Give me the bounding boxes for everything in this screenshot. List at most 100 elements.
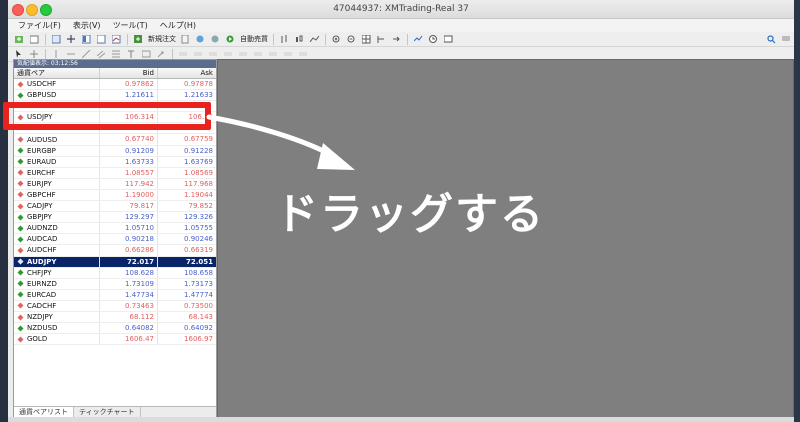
- desktop-backdrop-right: [794, 0, 800, 422]
- navigator-icon[interactable]: [80, 33, 93, 45]
- symbol-name: GOLD: [27, 335, 48, 344]
- bid-cell: 1606.47: [100, 334, 158, 345]
- symbol-row[interactable]: GOLD 1606.47 1606.97: [14, 334, 216, 346]
- profiles-icon[interactable]: [28, 33, 41, 45]
- symbol-cell: EURNZD: [14, 278, 100, 289]
- symbol-cell: AUDJPY: [14, 256, 100, 267]
- signals-icon[interactable]: [194, 33, 207, 45]
- symbol-row[interactable]: AUDUSD 0.67740 0.67759: [14, 134, 216, 146]
- chart-shift-icon[interactable]: [375, 33, 388, 45]
- meta-editor-icon[interactable]: [179, 33, 192, 45]
- price-up-icon: [17, 325, 24, 332]
- symbol-row[interactable]: CHFJPY 108.628 108.658: [14, 267, 216, 279]
- symbol-row[interactable]: EURCAD 1.47734 1.47774: [14, 289, 216, 301]
- symbol-name: CADJPY: [27, 202, 53, 211]
- symbol-row[interactable]: EURAUD 1.63733 1.63769: [14, 156, 216, 168]
- ask-column-header[interactable]: Ask: [158, 68, 216, 78]
- line-chart-icon[interactable]: [308, 33, 321, 45]
- bid-cell: 0.97862: [100, 79, 158, 90]
- ask-cell: 0.66319: [184, 246, 213, 255]
- symbol-cell: EURGBP: [14, 145, 100, 156]
- community-icon[interactable]: [209, 33, 222, 45]
- menu-view[interactable]: 表示(V): [67, 20, 107, 31]
- zoom-in-icon[interactable]: [330, 33, 343, 45]
- symbol-name: AUDNZD: [27, 224, 58, 233]
- bid-cell: 68.112: [100, 311, 158, 323]
- new-order-button[interactable]: 新規注文: [146, 34, 178, 44]
- price-up-icon: [17, 92, 24, 99]
- chat-icon[interactable]: [780, 33, 793, 45]
- main-toolbar: 新規注文 自動売買: [8, 32, 794, 47]
- symbol-row[interactable]: AUDCAD 0.90218 0.90246: [14, 234, 216, 246]
- auto-trading-button[interactable]: 自動売買: [238, 34, 270, 44]
- symbol-cell: EURJPY: [14, 178, 100, 189]
- new-order-icon[interactable]: [132, 33, 145, 45]
- auto-scroll-icon[interactable]: [390, 33, 403, 45]
- symbol-row[interactable]: EURGBP 0.91209 0.91228: [14, 145, 216, 157]
- bid-cell: 0.73463: [100, 300, 158, 311]
- zoom-out-icon[interactable]: [345, 33, 358, 45]
- symbol-row[interactable]: AUDNZD 1.05710 1.05755: [14, 223, 216, 235]
- bid-cell: 1.47734: [100, 289, 158, 300]
- ask-cell: 1.21633: [184, 91, 213, 100]
- symbol-row[interactable]: AUDCHF 0.66286 0.66319: [14, 245, 216, 257]
- symbol-name: AUDUSD: [27, 135, 58, 144]
- market-watch-icon[interactable]: [50, 33, 63, 45]
- menu-file[interactable]: ファイル(F): [12, 20, 67, 31]
- symbol-row[interactable]: CADJPY 79.817 79.852: [14, 201, 216, 213]
- bid-column-header[interactable]: Bid: [100, 68, 158, 78]
- symbol-row[interactable]: GBPJPY 129.297 129.326: [14, 212, 216, 224]
- bid-cell: 0.66286: [100, 245, 158, 256]
- bid-cell: 1.63733: [100, 156, 158, 167]
- terminal-icon[interactable]: [95, 33, 108, 45]
- symbol-row[interactable]: EURNZD 1.73109 1.73173: [14, 278, 216, 290]
- symbol-row[interactable]: USDCHF 0.97862 0.97878: [14, 79, 216, 91]
- ask-cell: 1606.97: [184, 335, 213, 344]
- ask-cell: 0.97878: [184, 80, 213, 88]
- symbol-row[interactable]: CADCHF 0.73463 0.73500: [14, 300, 216, 312]
- menu-help[interactable]: ヘルプ(H): [154, 20, 202, 31]
- symbol-name: EURCHF: [27, 168, 56, 177]
- symbol-row[interactable]: NZDJPY 68.112 68.143: [14, 311, 216, 324]
- symbol-row[interactable]: NZDUSD 0.64082 0.64092: [14, 323, 216, 335]
- bid-cell: 0.64082: [100, 323, 158, 334]
- auto-trading-icon[interactable]: [224, 33, 237, 45]
- symbol-cell: AUDCHF: [14, 245, 100, 256]
- symbol-row[interactable]: EURCHF 1.08557 1.08569: [14, 167, 216, 179]
- symbol-row[interactable]: GBPCHF 1.19000 1.19044: [14, 189, 216, 202]
- symbol-row[interactable]: EURJPY 117.942 117.968: [14, 178, 216, 190]
- templates-icon[interactable]: [442, 33, 455, 45]
- tile-windows-icon[interactable]: [360, 33, 373, 45]
- ask-cell: 0.90246: [184, 235, 213, 244]
- price-down-icon: [17, 136, 24, 143]
- menu-tools[interactable]: ツール(T): [107, 20, 154, 31]
- ask-cell: 117.968: [184, 179, 213, 188]
- bid-cell: 0.90218: [100, 234, 158, 245]
- price-down-icon: [17, 314, 24, 321]
- drag-arrow-icon: [206, 114, 355, 170]
- data-window-icon[interactable]: [65, 33, 78, 45]
- periods-icon[interactable]: [427, 33, 440, 45]
- ask-cell: 1.73173: [184, 279, 213, 288]
- symbol-cell: AUDUSD: [14, 134, 100, 145]
- symbol-row[interactable]: GBPUSD 1.21611 1.21633: [14, 90, 216, 102]
- symbol-row[interactable]: AUDJPY 72.017 72.051: [14, 256, 216, 268]
- price-up-icon: [17, 147, 24, 154]
- symbol-cell: USDCHF: [14, 79, 100, 90]
- symbol-cell: AUDCAD: [14, 234, 100, 245]
- price-down-icon: [17, 180, 24, 187]
- search-icon[interactable]: [765, 33, 778, 45]
- symbol-name: CADCHF: [27, 301, 57, 310]
- tester-icon[interactable]: [110, 33, 123, 45]
- bar-chart-icon[interactable]: [278, 33, 291, 45]
- candlestick-icon[interactable]: [293, 33, 306, 45]
- price-down-icon: [17, 169, 24, 176]
- desktop-backdrop: [0, 0, 8, 422]
- toolbar-separator: [407, 33, 408, 45]
- toolbar-separator: [45, 33, 46, 45]
- symbol-name: EURAUD: [27, 157, 57, 166]
- symbol-column-header[interactable]: 通貨ペア: [14, 68, 100, 78]
- new-chart-icon[interactable]: [13, 33, 26, 45]
- indicators-icon[interactable]: [412, 33, 425, 45]
- ask-cell: 1.19044: [184, 190, 213, 199]
